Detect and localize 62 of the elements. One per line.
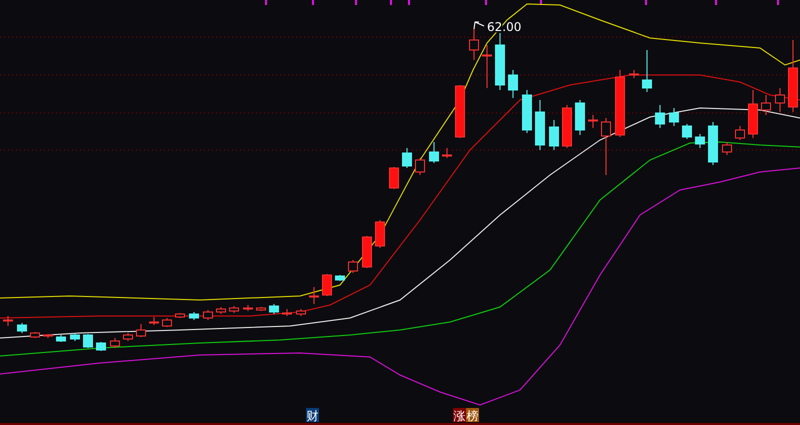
candlestick [549,120,559,150]
candlestick [642,50,652,92]
candlestick [442,148,452,158]
candlestick [535,100,545,150]
candlestick [175,312,185,318]
candlestick [56,334,66,342]
candlestick [362,236,372,268]
candlestick [375,220,385,248]
candlestick [588,114,598,128]
candlestick [429,142,439,164]
candlestick [136,324,146,338]
candlestick [3,316,13,326]
candlestick [669,108,679,126]
candlestick [203,310,213,320]
candlestick [722,142,732,156]
candlestick [775,88,785,112]
candlestick [575,100,585,136]
candlestick [469,28,479,60]
candlestick [735,126,745,140]
badge[interactable]: 财 [306,408,319,423]
candlestick [216,306,226,314]
candlestick [562,104,572,148]
candlestick [322,274,332,296]
candlestick [748,90,758,138]
candlestick [70,334,80,342]
candlestick [761,94,771,116]
candlestick [335,274,345,282]
candlestick [629,70,639,78]
candlestick [96,342,106,352]
candlestick [296,308,306,316]
candlestick [615,70,625,138]
candlestick [269,304,279,314]
candlestick [695,134,705,148]
candlestick [149,316,159,326]
candlestick [348,260,358,274]
candlestick [682,124,692,140]
candlestick [83,334,93,348]
candlestick [30,332,40,338]
candlestick [402,148,412,168]
candlestick [189,312,199,320]
candlestick [708,122,718,166]
candlestick [495,32,505,90]
badge[interactable]: 涨 [453,408,466,423]
candlestick [482,44,492,88]
candlestick [655,104,665,128]
candlestick [43,334,53,338]
candlestick [17,322,27,334]
candlestick [508,70,518,98]
candlestick [229,306,239,314]
candlestick [256,306,266,312]
candlestick [282,308,292,316]
candlestick [522,90,532,134]
badge[interactable]: 榜 [466,408,479,423]
candlestick [455,84,465,138]
candlestick [162,318,172,328]
candlestick [389,166,399,190]
candlestick [309,286,319,304]
candlestick [110,338,120,348]
candlestick [123,332,133,342]
candlestick [601,118,611,176]
pointer-icon [474,22,484,30]
candlestick [415,158,425,176]
